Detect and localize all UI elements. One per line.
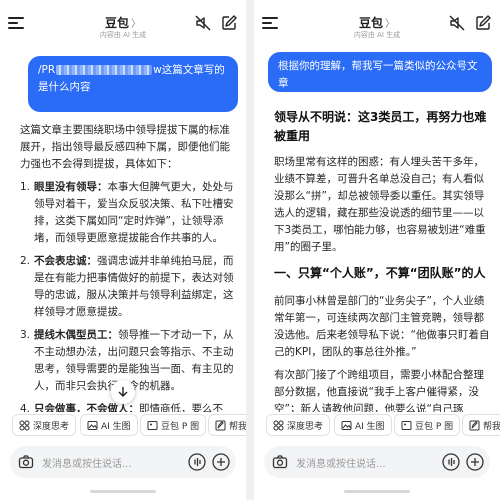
user-message-bubble[interactable]: 根据你的理解，帮我写一篇类似的公众号文章 — [268, 52, 492, 92]
article-section-heading: 一、只算“个人账”，不算“团队账”的人 — [274, 266, 486, 280]
right-screen: 豆包〉 内容由 AI 生成 根据你的理解，帮我写一篇类似的公众号文章 领导从不明… — [254, 0, 500, 500]
help-write-icon — [215, 420, 226, 430]
new-chat-icon[interactable] — [474, 14, 492, 32]
header: 豆包〉 内容由 AI 生成 — [254, 0, 500, 44]
ai-image-icon — [341, 420, 352, 430]
new-chat-icon[interactable] — [220, 14, 238, 32]
arrow-down-icon — [118, 387, 128, 397]
message-input-bar[interactable]: 发消息或按住说话... — [10, 446, 236, 478]
chip-deep-think[interactable]: 深度思考 — [266, 414, 331, 436]
article-title: 领导从不明说：这3类员工，再努力也难被重用 — [274, 110, 487, 143]
message-input[interactable]: 发消息或按住说话... — [42, 455, 132, 470]
screen-divider — [246, 0, 254, 500]
deep-think-icon — [19, 420, 30, 430]
camera-icon[interactable] — [272, 454, 288, 470]
chevron-right-icon: 〉 — [385, 19, 395, 30]
chip-ai-image[interactable]: AI 生图 — [334, 414, 392, 436]
message-input[interactable]: 发消息或按住说话... — [296, 455, 386, 470]
list-item: 2. 不会表忠诚：强调忠诚并非单纯拍马屁，而是在有能力把事情做好的前提下，表达对领… — [20, 255, 234, 318]
camera-icon[interactable] — [18, 454, 34, 470]
chip-ai-image[interactable]: AI 生图 — [80, 414, 138, 436]
article-paragraph: 前同事小林曾是部门的“业务尖子”，个人业绩常年第一，可连续两次部门主管竞聘，领导… — [274, 295, 490, 358]
ai-image-icon — [87, 420, 98, 430]
answer-intro: 这篇文章主要围绕职场中领导提拔下属的标准展开，指出领导最反感四种下属，即便他们能… — [20, 124, 230, 170]
left-screen: 豆包〉 内容由 AI 生成 /PR w这篇文章写的是什么内容 这篇文章主要围绕职场… — [0, 0, 246, 500]
header: 豆包〉 内容由 AI 生成 — [0, 0, 246, 44]
chip-doubao-p-image[interactable]: 豆包 P 图 — [394, 414, 461, 436]
user-message-bubble[interactable]: /PR w这篇文章写的是什么内容 — [28, 56, 238, 112]
quick-actions: 深度思考 AI 生图 豆包 P 图 帮我写 — [0, 412, 246, 438]
list-item: 1. 眼里没有领导：本事大但脾气更大，处处与领导对着干，爱当众反驳决策、私下吐槽安… — [20, 181, 234, 244]
home-indicator — [90, 490, 156, 493]
chip-help-write[interactable]: 帮我写 — [208, 414, 246, 436]
speaker-mute-icon[interactable] — [448, 14, 466, 32]
plus-icon[interactable] — [212, 453, 230, 471]
voice-icon[interactable] — [188, 453, 206, 471]
scroll-down-button[interactable] — [111, 380, 135, 404]
message-text-prefix: /PR — [38, 64, 56, 76]
message-input-bar[interactable]: 发消息或按住说话... — [264, 446, 490, 478]
chevron-right-icon: 〉 — [131, 19, 141, 30]
doubao-p-image-icon — [401, 420, 412, 430]
chip-help-write[interactable]: 帮我写 — [462, 414, 500, 436]
quick-actions: 深度思考 AI 生图 豆包 P 图 帮我写 — [254, 412, 500, 438]
chip-doubao-p-image[interactable]: 豆包 P 图 — [140, 414, 207, 436]
deep-think-icon — [273, 420, 284, 430]
article-paragraph: 有次部门接了个跨组项目，需要小林配合整理部分数据，他直接说“我手上客户催得紧，没… — [274, 369, 484, 415]
help-write-icon — [469, 420, 480, 430]
ai-answer: 领导从不明说：这3类员工，再努力也难被重用 职场里常有这样的困惑：有人埋头苦干多… — [274, 108, 490, 424]
message-text-middle: w — [153, 64, 162, 76]
article-paragraph: 职场里常有这样的困惑：有人埋头苦干多年，业绩不算差，可晋升名单总没自己；有人看似… — [274, 156, 486, 253]
speaker-mute-icon[interactable] — [194, 14, 212, 32]
voice-icon[interactable] — [442, 453, 460, 471]
home-indicator — [344, 490, 410, 493]
chip-deep-think[interactable]: 深度思考 — [12, 414, 77, 436]
plus-icon[interactable] — [466, 453, 484, 471]
redacted-link — [56, 65, 153, 75]
doubao-p-image-icon — [147, 420, 158, 430]
ai-answer: 这篇文章主要围绕职场中领导提拔下属的标准展开，指出领导最反感四种下属，即便他们能… — [20, 122, 236, 424]
app-stage: 豆包〉 内容由 AI 生成 /PR w这篇文章写的是什么内容 这篇文章主要围绕职场… — [0, 0, 500, 500]
